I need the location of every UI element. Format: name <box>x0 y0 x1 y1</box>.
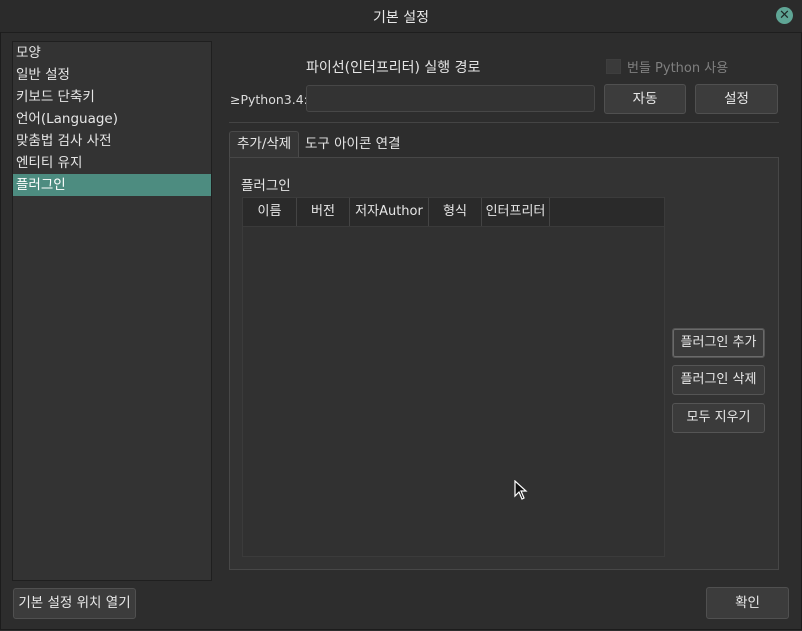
settings-category-list[interactable]: 모양 일반 설정 키보드 단축키 언어(Language) 맞춤법 검사 사전 … <box>12 41 212 581</box>
column-header-author[interactable]: 저자Author <box>350 198 429 226</box>
clear-all-button[interactable]: 모두 지우기 <box>672 403 765 433</box>
remove-plugin-button[interactable]: 플러그인 삭제 <box>672 365 765 395</box>
sidebar-item-general[interactable]: 일반 설정 <box>13 64 211 86</box>
sidebar-item-language[interactable]: 언어(Language) <box>13 108 211 130</box>
separator <box>229 122 779 123</box>
plugin-table[interactable]: 이름 버전 저자Author 형식 인터프리터 <box>242 197 665 557</box>
python-version-label: ≥Python3.4: <box>230 92 308 107</box>
close-icon[interactable]: ✕ <box>776 7 793 24</box>
column-header-interpreter[interactable]: 인터프리터 <box>482 198 550 226</box>
column-header-type[interactable]: 형식 <box>429 198 482 226</box>
auto-detect-button[interactable]: 자동 <box>604 84 686 114</box>
title-bar: 기본 설정 ✕ <box>0 0 802 33</box>
open-settings-location-button[interactable]: 기본 설정 위치 열기 <box>13 588 136 619</box>
column-header-version[interactable]: 버전 <box>297 198 350 226</box>
bundle-python-option: 번들 Python 사용 <box>606 57 728 76</box>
tab-add-remove[interactable]: 추가/삭제 <box>229 131 300 158</box>
sidebar-item-entities[interactable]: 엔티티 유지 <box>13 152 211 174</box>
set-path-button[interactable]: 설정 <box>695 84 778 114</box>
sidebar-item-appearance[interactable]: 모양 <box>13 42 211 64</box>
sidebar-item-shortcuts[interactable]: 키보드 단축키 <box>13 86 211 108</box>
python-path-input[interactable] <box>306 85 595 112</box>
table-header: 이름 버전 저자Author 형식 인터프리터 <box>243 198 664 227</box>
python-path-heading: 파이선(인터프리터) 실행 경로 <box>306 60 481 76</box>
sidebar-item-plugins[interactable]: 플러그인 <box>13 174 211 196</box>
ok-button[interactable]: 확인 <box>706 587 789 619</box>
bundle-python-checkbox <box>606 59 621 74</box>
bundle-python-label: 번들 Python 사용 <box>627 61 729 76</box>
tab-toolbar-icons[interactable]: 도구 아이콘 연결 <box>298 131 408 158</box>
window-title: 기본 설정 <box>373 10 429 26</box>
sidebar-item-spellcheck[interactable]: 맞춤법 검사 사전 <box>13 130 211 152</box>
mouse-cursor-icon <box>514 480 528 500</box>
column-header-name[interactable]: 이름 <box>243 198 297 226</box>
add-plugin-button[interactable]: 플러그인 추가 <box>672 328 765 358</box>
plugins-section-title: 플러그인 <box>241 178 291 194</box>
